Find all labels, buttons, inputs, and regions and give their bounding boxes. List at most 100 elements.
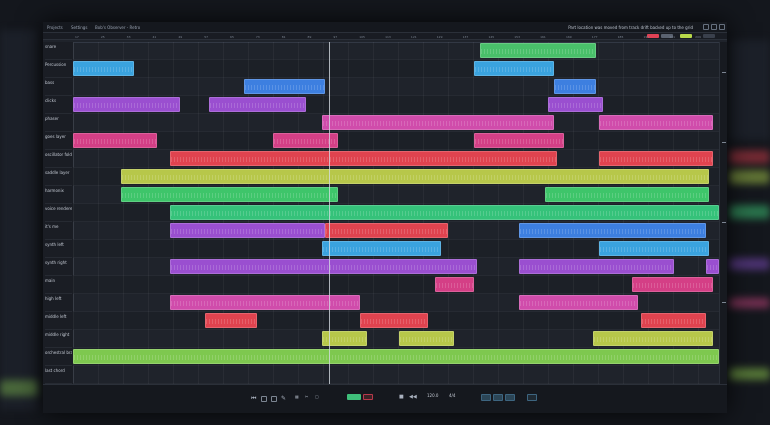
audio-clip[interactable] [706,259,719,274]
audio-clip[interactable] [479,43,597,58]
track-name[interactable]: Percussion [45,60,72,78]
audio-clip[interactable] [518,223,707,238]
track-name[interactable]: clicks [45,96,72,114]
audio-clip[interactable] [554,79,597,94]
audio-clip[interactable] [205,313,258,328]
audio-clip[interactable] [547,97,603,112]
track-name[interactable]: synth right [45,258,72,276]
track-name[interactable]: last chord [45,366,72,384]
time-signature-display[interactable]: 4/4 [449,393,455,398]
track-name[interactable]: snare [45,42,72,60]
audio-clip[interactable] [324,223,448,238]
track-name[interactable]: saddle layer [45,168,72,186]
audio-clip[interactable] [518,259,674,274]
ruler-mark: 17 [75,35,79,39]
track-lane[interactable] [73,276,719,294]
audio-clip[interactable] [73,349,719,364]
play-button[interactable] [347,394,361,400]
skip-start-icon[interactable]: ⏮ [251,396,256,402]
audio-clip[interactable] [121,169,710,184]
ruler-mark: 201 [669,35,676,39]
ruler-mark: 49 [178,35,183,39]
audio-clip[interactable] [599,151,713,166]
scroll-mark [722,72,726,73]
audio-clip[interactable] [544,187,710,202]
audio-clip[interactable] [208,97,306,112]
track-name[interactable]: oscillator fold [45,150,72,168]
track-name[interactable]: middle left [45,312,72,330]
stop-icon[interactable]: ■ [399,394,404,400]
audio-clip[interactable] [73,61,135,76]
audio-clip[interactable] [518,295,639,310]
audio-clip[interactable] [273,133,338,148]
audio-clip[interactable] [434,277,474,292]
ruler-mark: 169 [565,35,572,39]
track-name[interactable]: harmonix [45,186,72,204]
audio-clip[interactable] [360,313,429,328]
tempo-display[interactable]: 120.0 [427,393,438,398]
track-name[interactable]: phaser [45,114,72,132]
track-name[interactable]: orchestral brass section [45,348,72,366]
track-lane[interactable] [73,132,719,150]
ruler-mark: 145 [488,35,495,39]
track-name[interactable]: main [45,276,72,294]
close-button[interactable] [719,24,725,30]
audio-clip[interactable] [641,313,707,328]
draw-tool-icon[interactable]: ✎ [281,396,286,402]
audio-clip[interactable] [73,97,180,112]
tab-projects[interactable]: Projects [47,25,63,30]
tab-settings[interactable]: Settings [71,25,87,30]
vertical-scrollbar[interactable] [719,42,727,384]
track-name[interactable]: bass [45,78,72,96]
audio-clip[interactable] [169,151,558,166]
playhead[interactable] [329,42,331,384]
ruler-mark: 41 [152,35,157,39]
audio-clip[interactable] [321,241,442,256]
metronome-button[interactable] [271,396,277,402]
cut-tool-icon[interactable]: ✂ [305,394,308,400]
tab-project[interactable]: Bob's Observer - Retro [95,25,140,30]
track-name[interactable]: goes layer [45,132,72,150]
minimize-button[interactable] [703,24,709,30]
audio-clip[interactable] [473,133,564,148]
record-button[interactable] [363,394,373,400]
audio-clip[interactable] [169,259,477,274]
track-lane[interactable] [73,42,719,60]
audio-clip[interactable] [599,115,713,130]
audio-clip[interactable] [321,115,555,130]
track-name[interactable]: middle right [45,330,72,348]
select-tool-icon[interactable]: ▢ [315,394,319,400]
view-toggle-4[interactable] [527,394,537,401]
view-toggle-3[interactable] [505,394,515,401]
audio-clip[interactable] [73,133,157,148]
view-toggle-1[interactable] [481,394,491,401]
rewind-icon[interactable]: ◀◀ [409,394,417,400]
audio-clip[interactable] [599,241,710,256]
ruler-mark: 209 [695,35,701,39]
view-toggle-2[interactable] [493,394,503,401]
loop-button[interactable] [261,396,267,402]
audio-clip[interactable] [169,205,719,220]
audio-clip[interactable] [593,331,713,346]
ruler-mark: 65 [230,35,234,39]
daw-window: Projects Settings Bob's Observer - Retro… [43,22,727,413]
status-message: Part location was moved from track drift… [568,25,693,30]
audio-clip[interactable] [631,277,713,292]
track-name[interactable]: high left [45,294,72,312]
maximize-button[interactable] [711,24,717,30]
track-name[interactable]: it's me [45,222,72,240]
track-name[interactable]: synth left [45,240,72,258]
audio-clip[interactable] [473,61,555,76]
track-lane[interactable] [73,78,719,96]
audio-clip[interactable] [399,331,455,346]
scroll-mark [722,222,726,223]
audio-clip[interactable] [244,79,325,94]
audio-clip[interactable] [169,295,361,310]
grid-tool-icon[interactable]: ▦ [295,394,299,400]
audio-clip[interactable] [121,187,338,202]
audio-clip[interactable] [169,223,325,238]
track-name[interactable]: voice rendered [45,204,72,222]
track-lane[interactable] [73,60,719,78]
track-lane[interactable] [73,366,719,384]
ruler-mark: 129 [436,35,443,39]
